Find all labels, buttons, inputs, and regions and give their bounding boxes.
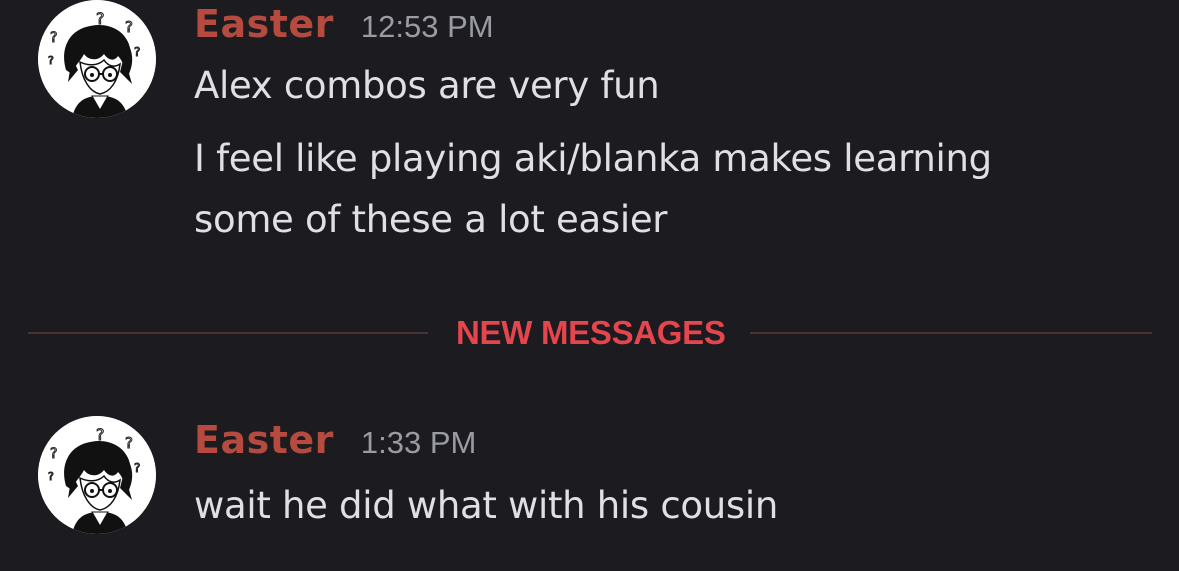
message-header: Easter 12:53 PM [194, 2, 494, 46]
svg-text:?: ? [125, 18, 133, 36]
message-text[interactable]: wait he did what with his cousin [194, 484, 778, 527]
message-text[interactable]: some of these a lot easier [194, 198, 668, 241]
message-text[interactable]: Alex combos are very fun [194, 64, 660, 107]
svg-text:?: ? [50, 446, 57, 462]
message-header: Easter 1:33 PM [194, 418, 476, 462]
divider-line-left [28, 332, 428, 334]
svg-text:?: ? [134, 45, 140, 59]
author-name[interactable]: Easter [194, 2, 334, 46]
divider-line-right [750, 332, 1152, 334]
new-messages-label: NEW MESSAGES [456, 314, 726, 351]
svg-text:?: ? [134, 461, 140, 475]
user-avatar[interactable]: ? ? ? ? ? [38, 416, 156, 534]
svg-text:?: ? [125, 434, 133, 452]
anime-avatar-icon: ? ? ? ? ? [38, 416, 156, 534]
svg-text:?: ? [50, 30, 57, 46]
anime-avatar-icon: ? ? ? ? ? [38, 0, 156, 118]
author-name[interactable]: Easter [194, 418, 334, 462]
message-timestamp: 12:53 PM [360, 9, 494, 44]
svg-text:?: ? [48, 470, 54, 483]
new-messages-divider: NEW MESSAGES [0, 314, 1179, 354]
message-timestamp: 1:33 PM [360, 425, 477, 460]
svg-text:?: ? [48, 54, 54, 67]
message-text[interactable]: I feel like playing aki/blanka makes lea… [194, 137, 992, 180]
user-avatar[interactable]: ? ? ? ? ? [38, 0, 156, 118]
